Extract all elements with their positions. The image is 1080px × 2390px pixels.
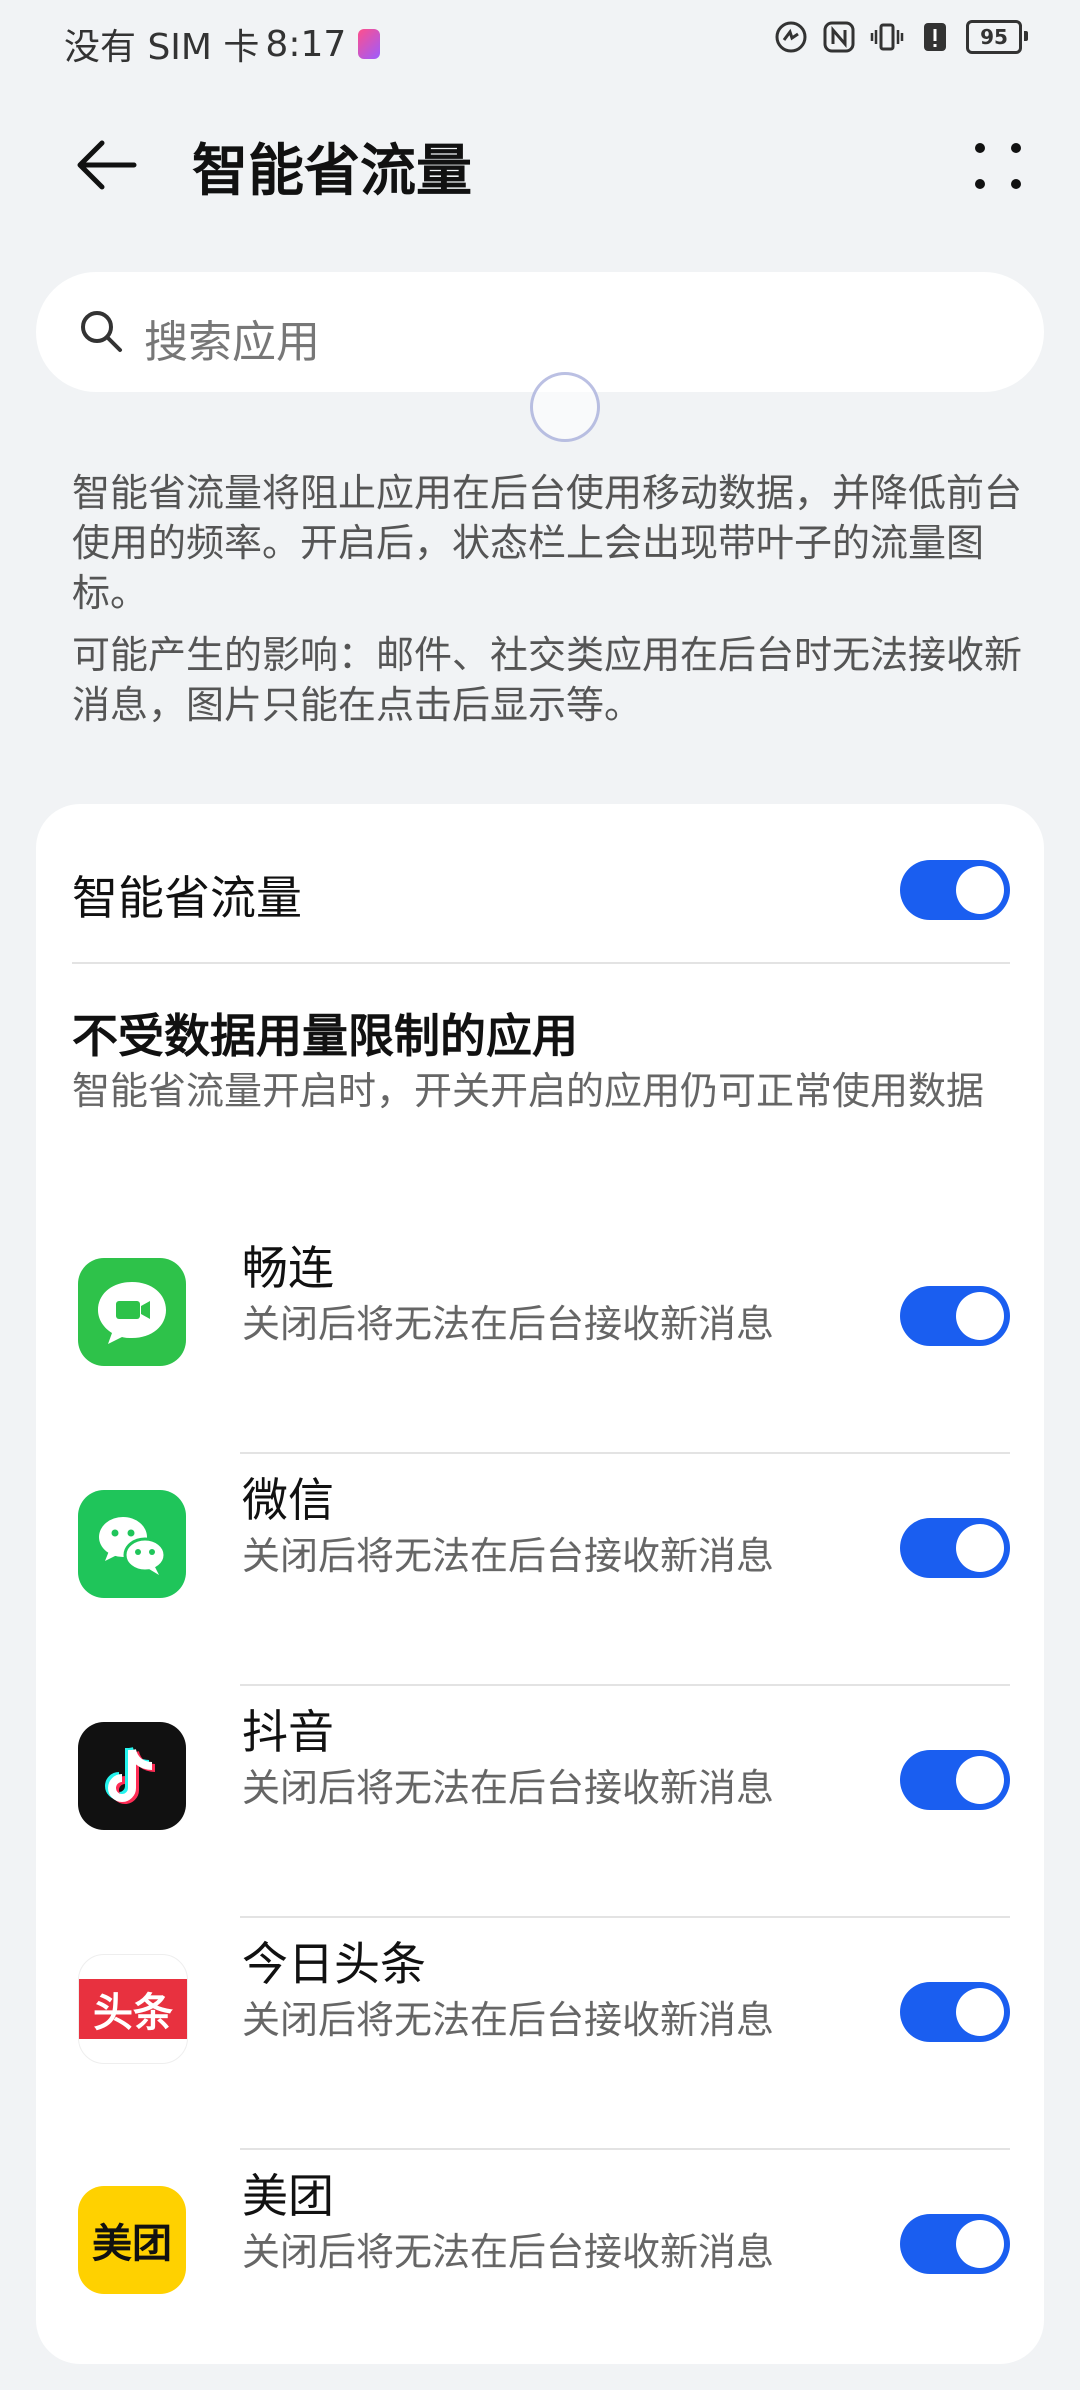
app-subtitle: 关闭后将无法在后台接收新消息 — [242, 1766, 775, 1810]
description-text: 智能省流量将阻止应用在后台使用移动数据，并降低前台使用的频率。开启后，状态栏上会… — [72, 471, 1023, 615]
app-subtitle: 关闭后将无法在后台接收新消息 — [242, 1998, 775, 2042]
app-row-wechat: 微信 关闭后将无法在后台接收新消息 — [36, 1464, 1044, 1694]
app-name: 微信 — [242, 1473, 334, 1527]
battery-icon: 95 — [966, 20, 1028, 54]
divider — [72, 962, 1010, 964]
app-name: 今日头条 — [242, 1937, 426, 1991]
data-saver-toggle[interactable] — [900, 860, 1010, 920]
douyin-icon — [78, 1722, 186, 1830]
app-name: 畅连 — [242, 1241, 334, 1295]
more-options-icon[interactable] — [968, 136, 1028, 196]
vibrate-icon — [870, 23, 904, 51]
touch-indicator — [530, 372, 600, 442]
toggle-knob — [956, 866, 1004, 914]
divider — [240, 1684, 1010, 1686]
meituan-toggle[interactable] — [900, 2214, 1010, 2274]
status-right: 95 — [774, 20, 1028, 54]
meituan-icon: 美团 — [78, 2186, 186, 2294]
settings-card: 智能省流量 不受数据用量限制的应用 智能省流量开启时，开关开启的应用仍可正常使用… — [36, 804, 1044, 2364]
douyin-toggle[interactable] — [900, 1750, 1010, 1810]
changlian-icon — [78, 1258, 186, 1366]
divider — [240, 1452, 1010, 1454]
toggle-knob — [956, 2220, 1004, 2268]
toggle-knob — [956, 1988, 1004, 2036]
alert-icon — [924, 23, 946, 51]
eye-comfort-icon — [775, 21, 807, 53]
meituan-logo-text: 美团 — [92, 2221, 172, 2267]
app-name: 抖音 — [242, 1705, 334, 1759]
changlian-toggle[interactable] — [900, 1286, 1010, 1346]
status-left: 没有 SIM 卡 8:17 — [64, 18, 381, 70]
app-subtitle: 关闭后将无法在后台接收新消息 — [242, 1302, 775, 1346]
search-bar[interactable]: 搜索应用 — [36, 272, 1044, 392]
divider — [240, 2148, 1010, 2150]
status-bar: 没有 SIM 卡 8:17 95 — [0, 0, 1080, 84]
unrestricted-apps-subtitle: 智能省流量开启时，开关开启的应用仍可正常使用数据 — [72, 1069, 985, 1113]
app-row-meituan: 美团 美团 关闭后将无法在后台接收新消息 — [36, 2160, 1044, 2390]
wechat-toggle[interactable] — [900, 1518, 1010, 1578]
data-saver-label: 智能省流量 — [72, 871, 302, 925]
toutiao-icon: 头条 — [78, 1954, 188, 2064]
toutiao-toggle[interactable] — [900, 1982, 1010, 2042]
app-row-toutiao: 头条 今日头条 关闭后将无法在后台接收新消息 — [36, 1928, 1044, 2158]
status-time: 8:17 — [265, 23, 347, 65]
app-name: 美团 — [242, 2169, 334, 2223]
app-subtitle: 关闭后将无法在后台接收新消息 — [242, 1534, 775, 1578]
wechat-icon — [78, 1490, 186, 1598]
app-notification-icon — [358, 29, 381, 59]
back-arrow-icon[interactable] — [72, 130, 142, 200]
nfc-icon — [823, 21, 855, 53]
search-icon — [81, 311, 122, 352]
app-subtitle: 关闭后将无法在后台接收新消息 — [242, 2230, 775, 2274]
toggle-knob — [956, 1756, 1004, 1804]
app-row-changlian: 畅连 关闭后将无法在后台接收新消息 — [36, 1232, 1044, 1462]
impact-text: 可能产生的影响：邮件、社交类应用在后台时无法接收新消息，图片只能在点击后显示等。 — [72, 633, 1023, 727]
app-row-douyin: 抖音 关闭后将无法在后台接收新消息 — [36, 1696, 1044, 1926]
carrier-text: 没有 SIM 卡 — [64, 27, 260, 68]
toggle-knob — [956, 1292, 1004, 1340]
toggle-knob — [956, 1524, 1004, 1572]
app-bar: 智能省流量 — [0, 110, 1080, 220]
unrestricted-apps-title: 不受数据用量限制的应用 — [72, 1009, 578, 1063]
toutiao-logo-text: 头条 — [79, 1979, 187, 2039]
page-title: 智能省流量 — [192, 139, 472, 204]
search-input[interactable]: 搜索应用 — [144, 306, 320, 370]
divider — [240, 1916, 1010, 1918]
